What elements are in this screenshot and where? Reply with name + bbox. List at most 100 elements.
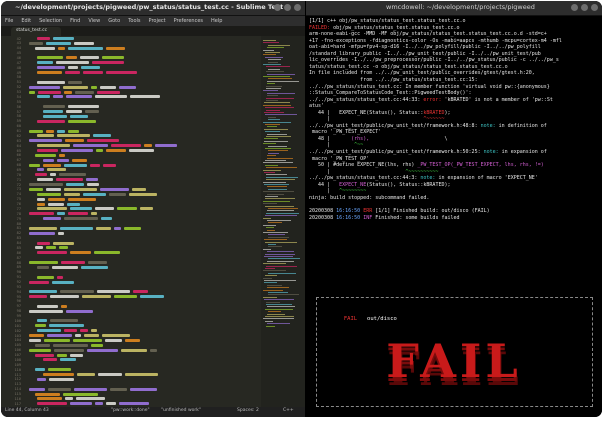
code-token [150, 348, 157, 352]
editor-window-buttons [274, 4, 301, 11]
code-token [91, 329, 97, 333]
code-token [64, 187, 97, 191]
code-token [46, 187, 61, 191]
menu-item-preferences[interactable]: Preferences [174, 16, 203, 26]
code-token [106, 71, 137, 75]
code-token [54, 348, 84, 352]
minimap[interactable] [261, 36, 305, 407]
terminal-window-buttons [571, 4, 598, 11]
code-token [37, 168, 44, 172]
terminal-line: tatus/status_test.cc -o obj/pw_status/st… [309, 63, 508, 70]
indentation-setting[interactable]: Spaces: 2 [237, 408, 259, 413]
minimap-line [265, 198, 295, 200]
code-token [29, 139, 62, 143]
minimize-icon[interactable] [571, 4, 578, 11]
line-number: 105 [14, 343, 22, 348]
code-token [125, 338, 140, 342]
line-number: 57 [16, 109, 21, 114]
minimize-icon[interactable] [274, 4, 281, 11]
code-token [43, 163, 61, 167]
code-area[interactable] [25, 36, 261, 407]
terminal-line: [1/1] c++ obj/pw_status/status_test.stat… [309, 18, 466, 24]
code-token [90, 163, 100, 167]
line-number: 111 [14, 372, 22, 377]
terminal-title-bar[interactable]: wmcdowell: ~/development/projects/pigwee… [306, 1, 602, 16]
code-token [80, 56, 99, 60]
menu-item-selection[interactable]: Selection [39, 16, 62, 26]
minimap-line [265, 320, 273, 322]
minimap-line [264, 172, 275, 173]
code-token [37, 66, 65, 70]
menu-item-project[interactable]: Project [149, 16, 166, 26]
code-token [37, 202, 45, 206]
menu-item-view[interactable]: View [88, 16, 100, 26]
line-number: 60 [16, 124, 21, 129]
line-number: 72 [16, 182, 21, 187]
minimap-line [267, 155, 276, 157]
code-token [100, 85, 116, 89]
minimap-line [268, 150, 288, 152]
terminal-line: arm-none-eabi-gcc -MMD -MF obj/pw_status… [309, 31, 547, 38]
code-token [102, 56, 124, 60]
code-token [68, 129, 79, 133]
code-token [53, 241, 74, 245]
code-token [37, 56, 63, 60]
code-token [60, 290, 94, 294]
menu-item-goto[interactable]: Goto [108, 16, 120, 26]
code-token [70, 114, 88, 118]
code-token [70, 251, 91, 255]
syntax-setting[interactable]: C++ [283, 408, 294, 413]
code-token [59, 153, 65, 157]
minimap-line [267, 47, 284, 49]
line-number: 109 [14, 362, 22, 367]
code-token [91, 212, 97, 216]
line-number: 89 [16, 265, 21, 270]
terminal-line: macro '_PW_TEST_EXPECT' [309, 129, 382, 136]
line-number: 107 [14, 353, 22, 358]
line-number: 78 [16, 211, 21, 216]
code-token [38, 90, 61, 94]
line-number: 110 [14, 367, 22, 372]
terminal-line: lic_overrides -I../../pw_preprocessor/pu… [309, 57, 559, 64]
close-icon[interactable] [294, 4, 301, 11]
minimap-line [266, 174, 287, 176]
line-number: 88 [16, 260, 21, 265]
code-token [67, 202, 80, 206]
build-log-line: 20200308 16:16:50 INF Finished: some bui… [309, 214, 460, 221]
minimap-line [263, 64, 281, 65]
tab-status-test[interactable]: status_test.cc [11, 27, 61, 36]
code-token [63, 392, 98, 396]
menu-item-edit[interactable]: Edit [21, 16, 31, 26]
maximize-icon[interactable] [581, 4, 588, 11]
minimap-line [263, 318, 294, 320]
menu-item-file[interactable]: File [5, 16, 13, 26]
terminal-line: | ^~~ [309, 142, 364, 149]
line-number: 114 [14, 387, 22, 392]
editor-title-bar[interactable]: ~/development/projects/pigweed/pw_status… [1, 1, 305, 16]
code-token [68, 46, 103, 50]
line-number: 43 [16, 41, 21, 46]
line-number: 70 [16, 172, 21, 177]
minimap-line [267, 220, 291, 221]
terminal-line: ../../pw_status/status_test.cc: In membe… [309, 83, 550, 90]
terminal-line: from ../../pw_status/status_test.cc:15: [309, 76, 478, 83]
maximize-icon[interactable] [284, 4, 291, 11]
code-token [66, 95, 92, 99]
close-icon[interactable] [591, 4, 598, 11]
menu-item-find[interactable]: Find [70, 16, 80, 26]
code-token [73, 338, 102, 342]
code-token [37, 319, 47, 323]
terminal-line: ninja: build stopped: subcommand failed. [309, 194, 430, 201]
code-token [61, 261, 85, 265]
minimap-line [268, 234, 285, 236]
minimap-line [265, 275, 277, 277]
menu-item-help[interactable]: Help [211, 16, 222, 26]
code-token [29, 334, 44, 338]
code-token [53, 37, 74, 40]
minimap-line [267, 157, 293, 159]
code-token [64, 329, 77, 333]
editor-tab-bar: status_test.cc [1, 26, 305, 36]
code-token [53, 343, 88, 347]
menu-item-tools[interactable]: Tools [128, 16, 140, 26]
code-token [65, 397, 73, 401]
